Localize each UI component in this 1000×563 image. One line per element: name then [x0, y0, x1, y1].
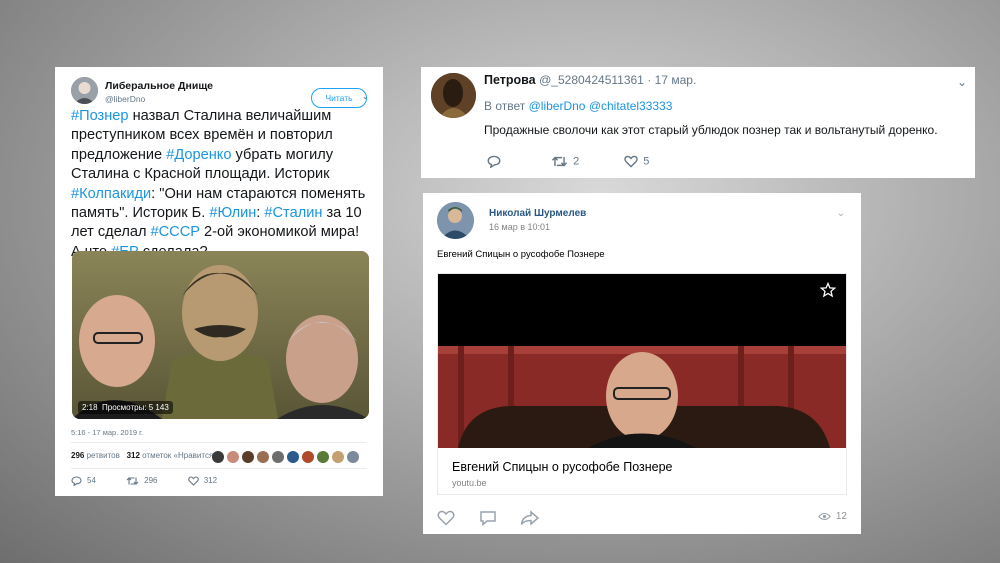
link-title[interactable]: Евгений Спицын о русофобе Познере [452, 460, 673, 474]
like-count: 312 [203, 476, 218, 486]
tweet-timestamp[interactable]: 5:16 - 17 мар. 2019 г. [71, 428, 143, 437]
likes-label: отметок «Нравится» [142, 451, 218, 460]
retweets-label: ретвитов [86, 451, 120, 460]
author-handle[interactable]: @_5280424511361 [539, 73, 644, 87]
avatar[interactable] [71, 77, 98, 104]
comment-icon[interactable] [479, 510, 497, 526]
like-button[interactable]: 312 [187, 476, 218, 486]
reply-icon [487, 155, 501, 168]
views-count: 12 [835, 511, 847, 522]
reply-button[interactable]: 54 [71, 476, 96, 486]
hashtag-link[interactable]: #Колпакиди [71, 186, 151, 202]
like-button[interactable]: 5 [624, 155, 649, 168]
author-handle[interactable]: @liberDno [105, 94, 145, 104]
video-meta: 2:18 Просмотры: 5 143 [78, 401, 173, 414]
liker-avatar[interactable] [227, 450, 239, 463]
retweets-count[interactable]: 296 [71, 451, 84, 460]
post-date[interactable]: 16 мар в 10:01 [489, 222, 550, 232]
retweet-icon [126, 477, 139, 485]
hashtag-link[interactable]: #СССР [151, 224, 200, 240]
link-domain: youtu.be [452, 478, 487, 488]
retweet-count: 296 [144, 476, 158, 486]
heart-icon[interactable] [437, 510, 455, 526]
liker-avatar[interactable] [302, 450, 314, 463]
tweet-card-liberdno: Либеральное Днище @liberDno Читать ⌄ #По… [55, 67, 383, 496]
liker-avatar[interactable] [332, 450, 344, 463]
video-duration: 2:18 [82, 403, 98, 412]
reply-context: В ответ @liberDno @chitatel33333 [484, 99, 672, 113]
chevron-down-icon[interactable]: ⌄ [837, 208, 845, 219]
hashtag-link[interactable]: #Доренко [166, 147, 231, 163]
likers-avatars [212, 448, 362, 463]
tweet-header: Либеральное Днище @liberDno Читать ⌄ [71, 77, 371, 111]
tweet-text: Продажные сволочи как этот старый ублюдо… [484, 123, 938, 137]
heart-icon [624, 155, 638, 168]
hashtag-link[interactable]: #Познер [71, 108, 129, 124]
link-attachment[interactable]: Евгений Спицын о русофобе Познере youtu.… [437, 273, 847, 495]
tweet-date[interactable]: · 17 мар. [647, 73, 696, 87]
share-icon[interactable] [520, 510, 540, 526]
tweet-actions: 2 5 [487, 155, 691, 168]
tweet-actions: 54 296 312 [71, 476, 245, 486]
reply-prefix: В ответ [484, 99, 526, 113]
retweet-count: 2 [573, 155, 580, 168]
likes-count[interactable]: 312 [127, 451, 140, 460]
reply-icon [71, 476, 82, 486]
vk-post-card: Николай Шурмелев 16 мар в 10:01 ⌄ Евгени… [423, 193, 861, 534]
liker-avatar[interactable] [257, 450, 269, 463]
tweet-stats: 296 ретвитов 312 отметок «Нравится» [71, 451, 218, 460]
author-name[interactable]: Петрова [484, 73, 536, 87]
liker-avatar[interactable] [287, 450, 299, 463]
video-thumbnail [72, 251, 369, 419]
reply-count: 54 [87, 476, 96, 486]
reply-button[interactable] [487, 155, 506, 168]
liker-avatar[interactable] [272, 450, 284, 463]
video-views: Просмотры: 5 143 [102, 403, 169, 412]
retweet-button[interactable]: 2 [551, 155, 579, 168]
liker-avatar[interactable] [212, 450, 224, 463]
views-counter: 12 [817, 511, 847, 522]
tweet-video[interactable]: 2:18 Просмотры: 5 143 [72, 251, 369, 419]
liker-avatar[interactable] [347, 450, 359, 463]
post-text: Евгений Спицын о русофобе Познере [437, 249, 605, 260]
tweet-card-petrova: Петрова @_5280424511361 · 17 мар. ⌄ В от… [421, 67, 975, 178]
avatar[interactable] [431, 73, 476, 118]
eye-icon [817, 512, 831, 520]
reply-mention-1[interactable]: @liberDno [529, 99, 586, 113]
divider [71, 468, 367, 469]
author-line: Петрова @_5280424511361 · 17 мар. [484, 73, 696, 87]
liker-avatar[interactable] [242, 450, 254, 463]
heart-icon [187, 476, 199, 486]
like-count: 5 [643, 155, 650, 168]
star-icon[interactable] [820, 282, 836, 298]
tweet-text: #Познер назвал Сталина величайшим престу… [71, 107, 369, 262]
divider [71, 442, 367, 443]
reply-mention-2[interactable]: @chitatel33333 [589, 99, 673, 113]
retweet-button[interactable]: 296 [126, 476, 158, 486]
liker-avatar[interactable] [317, 450, 329, 463]
retweet-icon [551, 156, 568, 167]
author-name[interactable]: Николай Шурмелев [489, 208, 586, 219]
follow-button[interactable]: Читать [311, 88, 367, 108]
hashtag-link[interactable]: #Сталин [264, 205, 322, 221]
chevron-down-icon[interactable]: ⌄ [361, 91, 369, 102]
avatar[interactable] [437, 202, 474, 239]
author-name[interactable]: Либеральное Днище [105, 80, 213, 92]
post-actions: 12 [437, 509, 847, 529]
chevron-down-icon[interactable]: ⌄ [957, 75, 967, 89]
hashtag-link[interactable]: #Юлин [209, 205, 256, 221]
link-thumbnail[interactable] [438, 274, 846, 448]
